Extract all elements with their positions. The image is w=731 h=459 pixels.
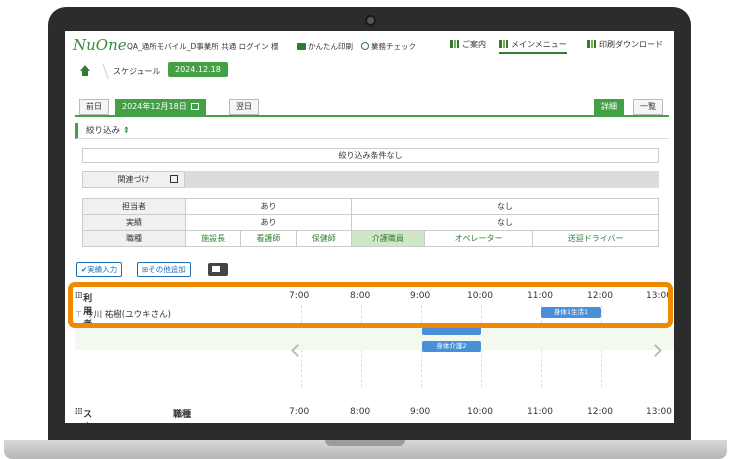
time-label: 9:00 [410,407,431,417]
staff-heading: 𝍖 スタッフ [75,407,93,420]
tab-underline [75,115,669,117]
grid-icon [499,40,508,48]
next-day-button[interactable]: 翌日 [229,99,259,115]
filter-record-no[interactable]: なし [350,214,660,231]
job-option[interactable]: 看護師 [240,230,297,247]
job-option[interactable]: 送迎ドライバー [532,230,659,247]
office-login: QA_通所モバイル_D事業所 共通 ログイン 様 [127,42,279,51]
add-other-button[interactable]: ⊞その他追加 [137,262,191,277]
job-option[interactable]: 保健師 [295,230,352,247]
app-logo: NuOne [73,36,127,54]
time-label: 7:00 [289,407,310,417]
filter-condition: 絞り込み条件なし [82,148,659,163]
filter-label-staff: 担当者 [82,198,186,215]
camera-icon [365,15,376,26]
printer-icon [297,43,306,50]
job-column-heading: 職種 [173,410,192,420]
filter-staff-no[interactable]: なし [350,198,660,215]
breadcrumb-separator [93,63,109,79]
home-icon[interactable] [79,65,91,77]
nav-info[interactable]: ご案内 [450,39,486,50]
external-link-icon[interactable] [170,175,178,183]
breadcrumb-schedule[interactable]: スケジュール [113,66,160,77]
nav-main-menu[interactable]: メインメニュー [499,39,567,54]
time-label: 12:00 [587,407,613,417]
filter-table: 担当者 あり なし 実績 あり なし 職種 施設長 看護師 保健師 介護職員 オ… [82,198,660,247]
time-label: 13:00 [646,407,672,417]
tab-list[interactable]: 一覧 [633,99,663,115]
tag-button[interactable] [208,263,228,276]
grid-icon [450,40,459,48]
filter-staff-yes[interactable]: あり [185,198,352,215]
laptop-notch [325,440,405,446]
tab-detail[interactable]: 詳細 [594,99,624,115]
job-option[interactable]: オペレーター [423,230,534,247]
user-row-band [75,328,674,350]
collapse-arrow-icon: ⇞ [122,126,130,136]
highlight-box [68,282,673,328]
time-label: 11:00 [527,407,553,417]
time-label: 10:00 [467,407,493,417]
prev-day-button[interactable]: 前日 [79,99,109,115]
nav-print-download[interactable]: 印刷ダウンロード [587,39,663,50]
info-icon [361,42,369,50]
grid-icon [587,40,596,48]
staff-header: 𝍖 スタッフ 職種 7:00 8:00 9:00 10:00 11:00 12:… [75,407,674,421]
job-option-selected[interactable]: 介護職員 [350,230,425,247]
filter-record-yes[interactable]: あり [185,214,352,231]
filter-label-record: 実績 [82,214,186,231]
schedule-event[interactable]: 身体介護2 [422,341,481,352]
calendar-icon [190,103,199,110]
record-input-button[interactable]: ✔実績入力 [76,262,123,277]
current-date-button[interactable]: 2024年12月18日 [115,99,206,115]
print-link[interactable]: かんたん印刷 [297,41,353,52]
filter-label-job: 職種 [82,230,186,247]
check-link[interactable]: 業務チェック [361,41,416,52]
app-screen: NuOne QA_通所モバイル_D事業所 共通 ログイン 様 かんたん印刷 業務… [65,31,674,423]
breadcrumb-date: 2024.12.18 [168,62,228,77]
job-option[interactable]: 施設長 [184,230,242,247]
relation-row: 関連づけ [82,171,659,188]
filter-toggle[interactable]: 絞り込み ⇞ [75,123,669,139]
time-label: 8:00 [350,407,371,417]
